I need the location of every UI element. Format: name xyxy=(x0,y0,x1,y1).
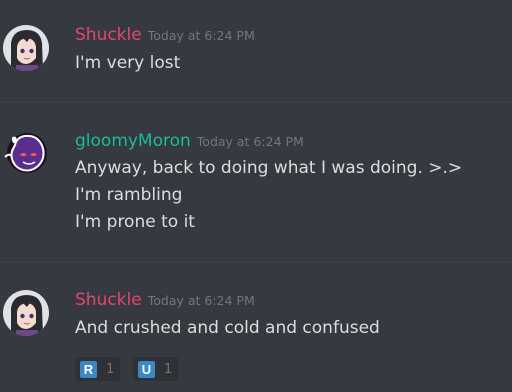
username[interactable]: Shuckle xyxy=(75,290,142,310)
avatar[interactable] xyxy=(3,290,49,336)
message-group: Shuckle Today at 6:24 PM And crushed and … xyxy=(0,263,512,392)
avatar[interactable] xyxy=(3,25,49,71)
reaction-count: 1 xyxy=(164,361,173,377)
reaction-regional-indicator-r[interactable]: R 1 xyxy=(75,357,121,381)
avatar-image-shuckle xyxy=(3,290,49,336)
message-text: I'm very lost xyxy=(75,53,181,73)
reaction-count: 1 xyxy=(106,361,115,377)
avatar[interactable] xyxy=(3,129,49,175)
regional-indicator-r-icon: R xyxy=(80,360,97,378)
regional-indicator-u-icon: U xyxy=(138,360,155,378)
message-text: I'm prone to it xyxy=(75,212,195,232)
timestamp: Today at 6:24 PM xyxy=(196,134,304,149)
message-header: Shuckle Today at 6:24 PM xyxy=(75,25,255,45)
message-group: gloomyMoron Today at 6:24 PM Anyway, back… xyxy=(0,103,512,261)
timestamp: Today at 6:24 PM xyxy=(147,293,255,308)
message-text: I'm rambling xyxy=(75,185,183,205)
username[interactable]: Shuckle xyxy=(75,25,142,45)
message-header: Shuckle Today at 6:24 PM xyxy=(75,290,255,310)
message-text: Anyway, back to doing what I was doing. … xyxy=(75,158,463,178)
message-group: Shuckle Today at 6:24 PM I'm very lost xyxy=(0,0,512,100)
avatar-image-gloomymoron xyxy=(4,133,47,173)
timestamp: Today at 6:24 PM xyxy=(147,28,255,43)
reaction-regional-indicator-u[interactable]: U 1 xyxy=(133,357,179,381)
message-header: gloomyMoron Today at 6:24 PM xyxy=(75,131,304,151)
username[interactable]: gloomyMoron xyxy=(75,131,191,151)
message-text: And crushed and cold and confused xyxy=(75,318,380,338)
avatar-image-shuckle xyxy=(3,25,49,71)
